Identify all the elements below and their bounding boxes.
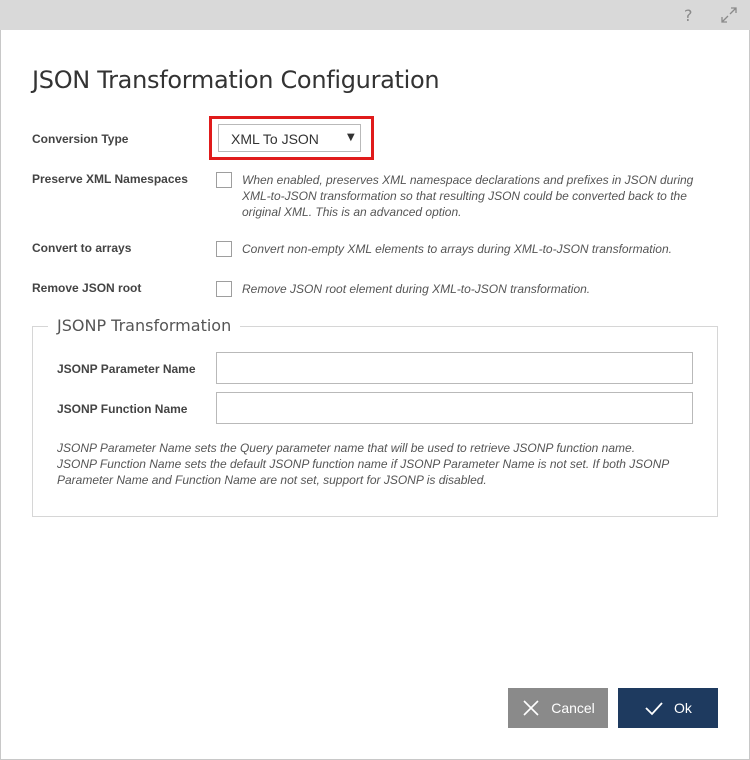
conversion-type-highlight: XML To JSON ▼ [209,116,374,160]
cancel-button-label: Cancel [551,700,595,716]
jsonp-parameter-label: JSONP Parameter Name [57,362,196,376]
convert-arrays-label: Convert to arrays [32,241,132,255]
convert-arrays-description: Convert non-empty XML elements to arrays… [242,241,672,257]
close-icon [523,700,539,716]
preserve-namespaces-checkbox[interactable] [216,172,232,188]
preserve-namespaces-description: When enabled, preserves XML namespace de… [242,172,693,220]
jsonp-description: JSONP Parameter Name sets the Query para… [57,440,707,488]
jsonp-parameter-input[interactable] [216,352,693,384]
description-line: XML-to-JSON transformation so that resul… [242,189,687,203]
description-line: Remove JSON root element during XML-to-J… [242,282,591,296]
remove-root-description: Remove JSON root element during XML-to-J… [242,281,590,297]
expand-icon[interactable] [720,6,738,24]
conversion-type-select[interactable]: XML To JSON ▼ [218,124,361,152]
remove-root-label: Remove JSON root [32,281,142,295]
ok-button[interactable]: Ok [618,688,718,728]
convert-arrays-checkbox[interactable] [216,241,232,257]
description-line: Convert non-empty XML elements to arrays… [242,242,672,256]
cancel-button[interactable]: Cancel [508,688,608,728]
description-line: JSONP Function Name sets the default JSO… [57,457,670,471]
remove-root-checkbox[interactable] [216,281,232,297]
description-line: JSONP Parameter Name sets the Query para… [57,441,636,455]
conversion-type-value: XML To JSON [231,131,319,147]
description-line: original XML. This is an advanced option… [242,205,462,219]
chevron-down-icon: ▼ [347,132,355,143]
jsonp-function-label: JSONP Function Name [57,402,188,416]
description-line: When enabled, preserves XML namespace de… [242,173,694,187]
description-line: Parameter Name and Function Name are not… [57,473,487,487]
check-icon [645,702,663,716]
title-bar: ? [0,0,750,30]
preserve-namespaces-label: Preserve XML Namespaces [32,172,188,186]
question-icon[interactable]: ? [684,6,693,25]
jsonp-legend: JSONP Transformation [48,316,241,335]
conversion-type-label: Conversion Type [32,132,129,146]
dialog-title: JSON Transformation Configuration [32,66,440,94]
ok-button-label: Ok [674,700,692,716]
jsonp-function-input[interactable] [216,392,693,424]
